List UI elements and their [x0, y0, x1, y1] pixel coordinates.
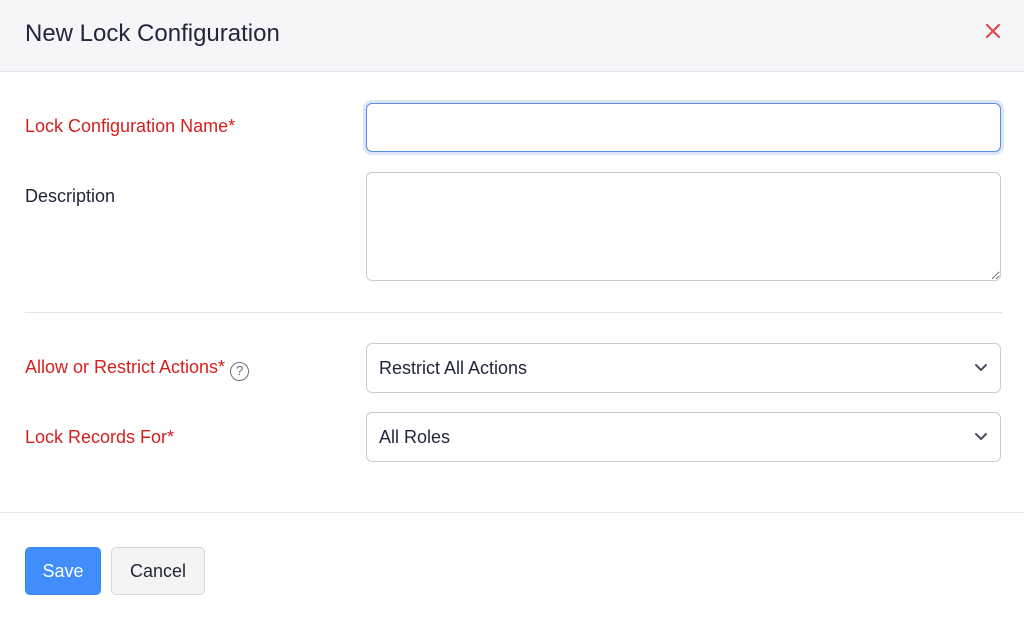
chevron-down-icon — [975, 433, 987, 440]
save-button[interactable]: Save — [25, 547, 101, 595]
description-textarea[interactable] — [366, 172, 1001, 281]
section-divider — [25, 312, 1002, 313]
footer-divider — [0, 512, 1024, 513]
close-icon[interactable] — [980, 18, 1006, 44]
lock-records-for-select[interactable]: All Roles — [366, 412, 1001, 462]
allow-restrict-actions-select[interactable]: Restrict All Actions — [366, 343, 1001, 393]
chevron-down-icon — [975, 364, 987, 371]
lock-configuration-name-input[interactable] — [366, 103, 1001, 152]
description-label: Description — [25, 186, 116, 206]
lock-records-for-value: All Roles — [379, 427, 451, 447]
allow-restrict-actions-value: Restrict All Actions — [379, 358, 528, 378]
question-circle-icon[interactable]: ? — [230, 362, 250, 381]
dialog-header: New Lock Configuration — [0, 0, 1024, 72]
lock-records-for-label: Lock Records For* — [25, 427, 175, 447]
allow-restrict-actions-label: Allow or Restrict Actions*? — [25, 355, 250, 381]
dialog-title: New Lock Configuration — [25, 20, 280, 47]
lock-configuration-name-label: Lock Configuration Name* — [25, 116, 236, 136]
lock-configuration-dialog: New Lock Configuration Lock Configuratio… — [0, 0, 1024, 623]
allow-restrict-actions-label-text: Allow or Restrict Actions* — [25, 357, 226, 377]
cancel-button[interactable]: Cancel — [111, 547, 205, 595]
